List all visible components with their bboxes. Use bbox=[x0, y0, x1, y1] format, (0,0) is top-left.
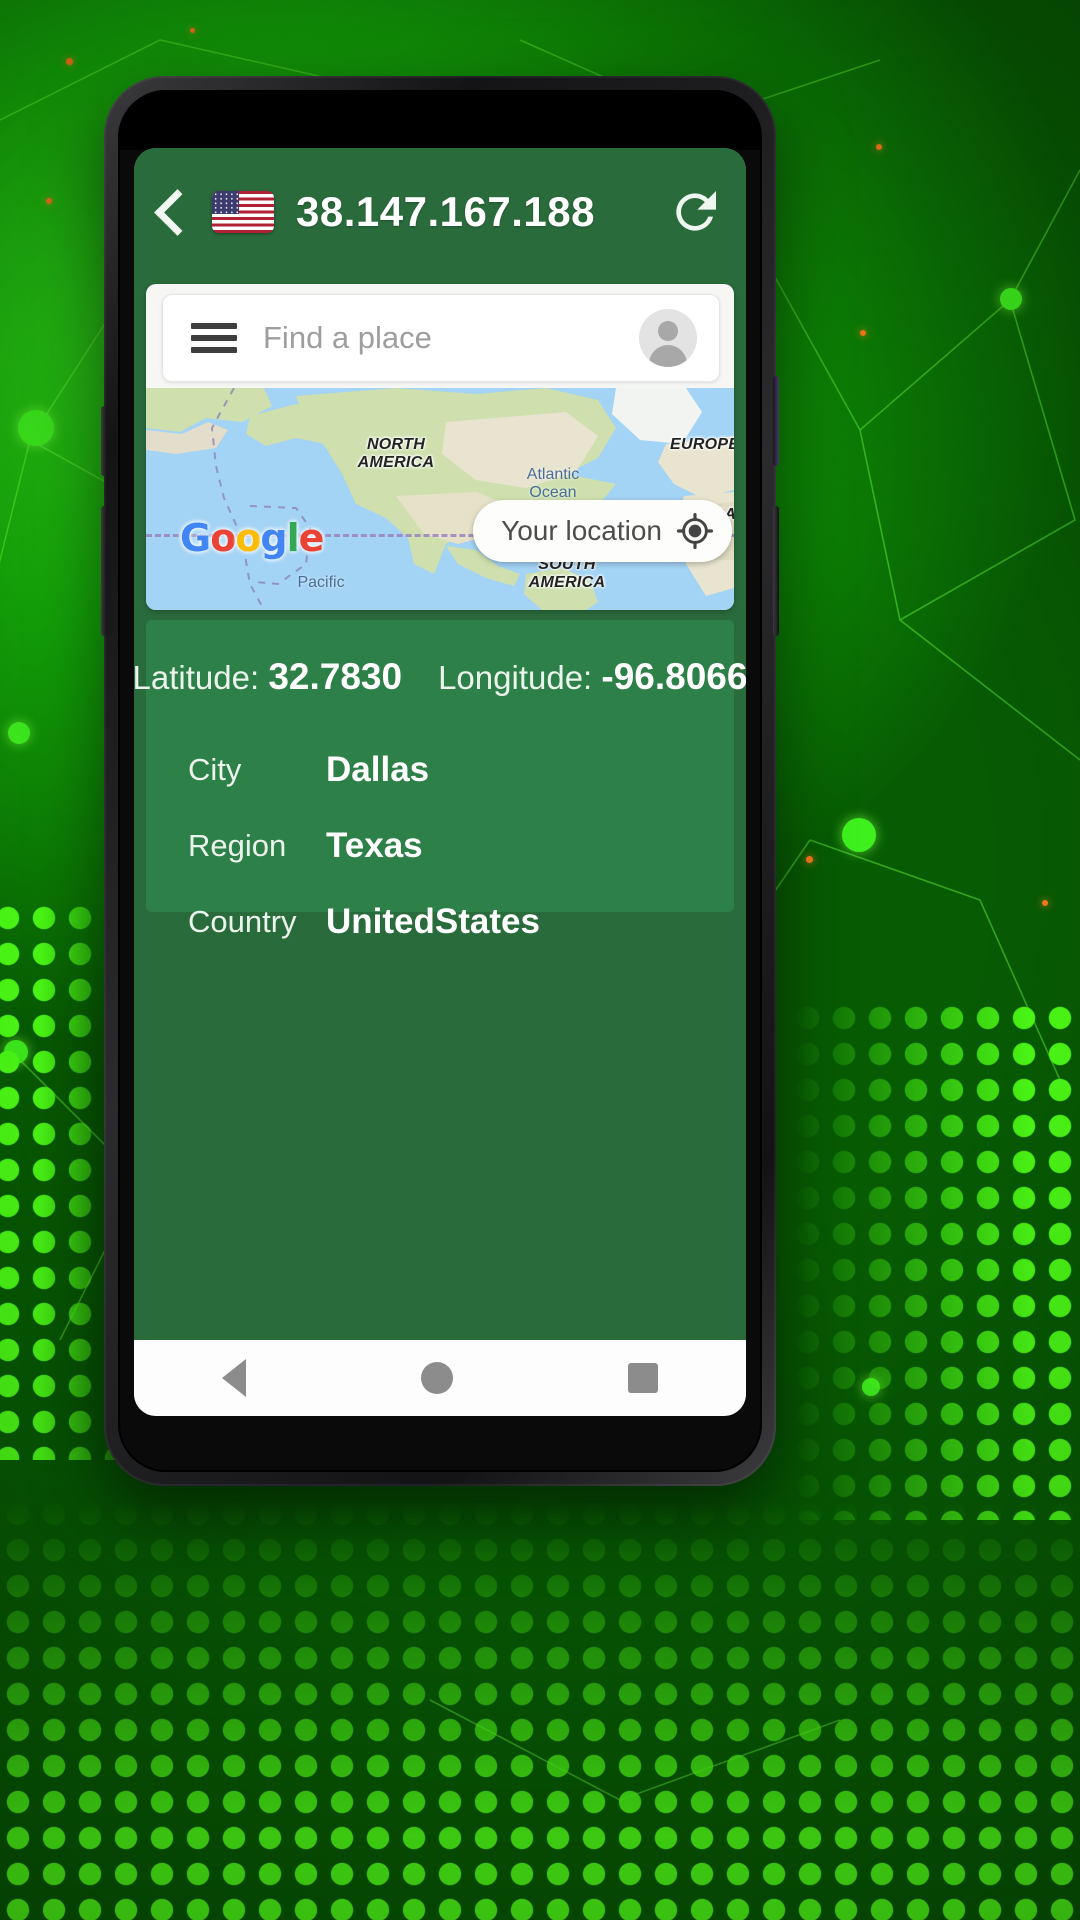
row-value-country: UnitedStates bbox=[326, 902, 540, 941]
map-label-pacific-ocean: Pacific bbox=[297, 574, 345, 591]
phone-volume-down-button[interactable] bbox=[101, 506, 107, 636]
android-home-icon[interactable] bbox=[420, 1362, 453, 1394]
my-location-icon bbox=[676, 512, 714, 550]
longitude-item: Longitude: -96.8066 bbox=[438, 656, 746, 698]
row-value-region: Texas bbox=[326, 826, 423, 865]
table-row: City Dallas bbox=[146, 732, 734, 808]
row-key-country: Country bbox=[188, 904, 297, 939]
row-value-city: Dallas bbox=[326, 750, 430, 789]
account-avatar-icon[interactable] bbox=[639, 309, 697, 367]
android-recents-icon[interactable] bbox=[628, 1363, 659, 1393]
latitude-value: 32.7830 bbox=[268, 656, 403, 697]
phone-power-button[interactable] bbox=[773, 506, 779, 636]
map-boundary-lines bbox=[210, 388, 312, 610]
search-input[interactable]: Find a place bbox=[263, 320, 432, 356]
table-row: Region Texas bbox=[146, 808, 734, 884]
longitude-value: -96.8066 bbox=[601, 656, 746, 697]
map-label-atlantic-ocean: Atlantic Ocean bbox=[526, 466, 580, 501]
hamburger-menu-icon[interactable] bbox=[191, 323, 237, 353]
your-location-label: Your location bbox=[501, 515, 662, 546]
back-button[interactable] bbox=[134, 148, 212, 276]
android-navigation-bar bbox=[134, 1340, 746, 1416]
coordinates-row: Latitude: 32.7830 Longitude: -96.8066 bbox=[134, 620, 746, 698]
refresh-button[interactable] bbox=[662, 179, 728, 245]
longitude-label: Longitude: bbox=[438, 659, 593, 696]
app-header: 38.147.167.188 bbox=[134, 148, 746, 276]
table-row: Country UnitedStates bbox=[146, 884, 734, 960]
map-card: Find a place NORTH AMERICA SOUTH AMERICA… bbox=[146, 284, 734, 610]
phone-assistant-button[interactable] bbox=[773, 376, 779, 466]
your-location-button[interactable]: Your location bbox=[473, 500, 732, 562]
search-bar[interactable]: Find a place bbox=[162, 294, 720, 382]
phone-mockup: 38.147.167.188 Find a place NORTH AMERIC… bbox=[101, 76, 779, 1486]
map-label-europe: EUROPE bbox=[670, 436, 734, 453]
phone-top-bezel bbox=[118, 90, 762, 150]
map-label-north-america: NORTH AMERICA bbox=[357, 436, 435, 471]
row-key-region: Region bbox=[188, 828, 287, 863]
phone-screen: 38.147.167.188 Find a place NORTH AMERIC… bbox=[134, 148, 746, 1416]
row-key-city: City bbox=[188, 752, 242, 787]
ip-address-title: 38.147.167.188 bbox=[296, 188, 595, 235]
us-flag-icon bbox=[212, 191, 274, 233]
world-map[interactable]: NORTH AMERICA SOUTH AMERICA EUROPE AFRIC… bbox=[146, 388, 734, 610]
google-logo[interactable]: Google bbox=[180, 516, 324, 560]
refresh-icon bbox=[676, 191, 716, 231]
location-info-panel: Latitude: 32.7830 Longitude: -96.8066 Ci… bbox=[134, 620, 746, 941]
detail-rows: City Dallas Region Texas Country UnitedS… bbox=[146, 732, 734, 960]
latitude-label: Latitude: bbox=[134, 659, 260, 696]
android-back-icon[interactable] bbox=[221, 1359, 246, 1397]
chevron-left-icon bbox=[153, 188, 201, 236]
phone-volume-up-button[interactable] bbox=[101, 406, 107, 476]
latitude-item: Latitude: 32.7830 bbox=[134, 656, 402, 698]
